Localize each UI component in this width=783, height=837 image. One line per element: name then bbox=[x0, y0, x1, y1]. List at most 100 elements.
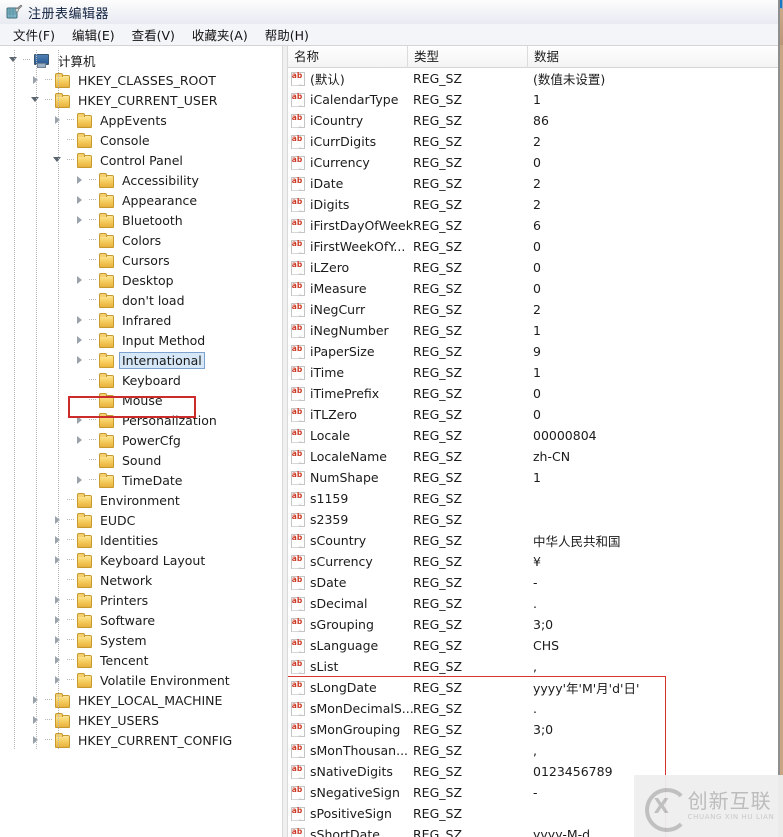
tree-item-control-panel[interactable]: Control Panel bbox=[0, 150, 281, 170]
column-header-data[interactable]: 数据 bbox=[528, 46, 778, 68]
column-header-type[interactable]: 类型 bbox=[408, 46, 528, 68]
registry-values-pane[interactable]: 名称 类型 数据 ab (默认) REG_SZ (数值未设置) ab iCalendarT… bbox=[288, 46, 778, 837]
table-row[interactable]: ab sCountry REG_SZ 中华人民共和国 bbox=[288, 530, 778, 551]
tree-item-powercfg[interactable]: PowerCfg bbox=[0, 430, 281, 450]
tree-item-desktop[interactable]: Desktop bbox=[0, 270, 281, 290]
menu-favorites[interactable]: 收藏夹(A) bbox=[184, 23, 257, 46]
tree-item-hkey-local-machine[interactable]: HKEY_LOCAL_MACHINE bbox=[0, 690, 281, 710]
tree-item-system[interactable]: System bbox=[0, 630, 281, 650]
tree-item-environment[interactable]: Environment bbox=[0, 490, 281, 510]
tree-item-infrared[interactable]: Infrared bbox=[0, 310, 281, 330]
table-row[interactable]: ab iTLZero REG_SZ 0 bbox=[288, 404, 778, 425]
table-row[interactable]: ab sLanguage REG_SZ CHS bbox=[288, 635, 778, 656]
chevron-right-icon[interactable] bbox=[72, 330, 88, 350]
table-row[interactable]: ab iCurrDigits REG_SZ 2 bbox=[288, 131, 778, 152]
tree-item-don-t-load[interactable]: don't load bbox=[0, 290, 281, 310]
table-row[interactable]: ab iFirstDayOfWeek REG_SZ 6 bbox=[288, 215, 778, 236]
table-row[interactable]: ab iMeasure REG_SZ 0 bbox=[288, 278, 778, 299]
table-row[interactable]: ab (默认) REG_SZ (数值未设置) bbox=[288, 68, 778, 89]
chevron-right-icon[interactable] bbox=[72, 310, 88, 330]
table-row[interactable]: ab iCountry REG_SZ 86 bbox=[288, 110, 778, 131]
table-row[interactable]: ab NumShape REG_SZ 1 bbox=[288, 467, 778, 488]
menu-edit[interactable]: 编辑(E) bbox=[64, 23, 124, 46]
chevron-right-icon[interactable] bbox=[72, 410, 88, 430]
tree-item-identities[interactable]: Identities bbox=[0, 530, 281, 550]
table-row[interactable]: ab iNegCurr REG_SZ 2 bbox=[288, 299, 778, 320]
tree-item-sound[interactable]: Sound bbox=[0, 450, 281, 470]
tree-item-printers[interactable]: Printers bbox=[0, 590, 281, 610]
table-row[interactable]: ab iCalendarType REG_SZ 1 bbox=[288, 89, 778, 110]
chevron-right-icon[interactable] bbox=[72, 270, 88, 290]
tree-item-label: HKEY_LOCAL_MACHINE bbox=[78, 692, 223, 708]
registry-tree-pane[interactable]: 计算机 HKEY_CLASSES_ROOT HKEY_CURRENT_USER App… bbox=[0, 46, 282, 837]
table-row[interactable]: ab Locale REG_SZ 00000804 bbox=[288, 425, 778, 446]
chevron-right-icon[interactable] bbox=[72, 430, 88, 450]
tree-item-volatile-environment[interactable]: Volatile Environment bbox=[0, 670, 281, 690]
tree-connector-line bbox=[88, 290, 98, 310]
tree-item-mouse[interactable]: Mouse bbox=[0, 390, 281, 410]
table-row[interactable]: ab iTime REG_SZ 1 bbox=[288, 362, 778, 383]
tree-item-keyboard[interactable]: Keyboard bbox=[0, 370, 281, 390]
tree-item-hkey-current-config[interactable]: HKEY_CURRENT_CONFIG bbox=[0, 730, 281, 750]
table-row[interactable]: ab iDigits REG_SZ 2 bbox=[288, 194, 778, 215]
tree-item-accessibility[interactable]: Accessibility bbox=[0, 170, 281, 190]
table-row[interactable]: ab s2359 REG_SZ bbox=[288, 509, 778, 530]
tree-item-software[interactable]: Software bbox=[0, 610, 281, 630]
tree-item-input-method[interactable]: Input Method bbox=[0, 330, 281, 350]
tree-item-hkey-classes-root[interactable]: HKEY_CLASSES_ROOT bbox=[0, 70, 281, 90]
table-row[interactable]: ab iNegNumber REG_SZ 1 bbox=[288, 320, 778, 341]
tree-item-hkey-current-user[interactable]: HKEY_CURRENT_USER bbox=[0, 90, 281, 110]
tree-item-tencent[interactable]: Tencent bbox=[0, 650, 281, 670]
tree-item-international[interactable]: International bbox=[0, 350, 281, 370]
table-row[interactable]: ab iDate REG_SZ 2 bbox=[288, 173, 778, 194]
table-row[interactable]: ab sMonThousan... REG_SZ, bbox=[288, 740, 778, 761]
tree-item-appearance[interactable]: Appearance bbox=[0, 190, 281, 210]
table-row[interactable]: ab sCurrency REG_SZ ¥ bbox=[288, 551, 778, 572]
table-row[interactable]: ab sPositiveSign REG_SZ bbox=[288, 803, 778, 824]
table-row[interactable]: ab s1159 REG_SZ bbox=[288, 488, 778, 509]
table-row[interactable]: ab LocaleName REG_SZ zh-CN bbox=[288, 446, 778, 467]
tree-item-timedate[interactable]: TimeDate bbox=[0, 470, 281, 490]
folder-icon bbox=[98, 193, 114, 208]
values-list[interactable]: ab (默认) REG_SZ (数值未设置) ab iCalendarType REG_SZ… bbox=[288, 68, 778, 837]
menu-help[interactable]: 帮助(H) bbox=[257, 23, 318, 46]
chevron-right-icon[interactable] bbox=[72, 350, 88, 370]
tree-item-cursors[interactable]: Cursors bbox=[0, 250, 281, 270]
table-row[interactable]: ab sGrouping REG_SZ 3;0 bbox=[288, 614, 778, 635]
table-row[interactable]: ab sMonGrouping REG_SZ 3;0 bbox=[288, 719, 778, 740]
chevron-right-icon[interactable] bbox=[72, 210, 88, 230]
tree-item-eudc[interactable]: EUDC bbox=[0, 510, 281, 530]
registry-tree[interactable]: 计算机 HKEY_CLASSES_ROOT HKEY_CURRENT_USER App… bbox=[0, 46, 281, 750]
tree-item-personalization[interactable]: Personalization bbox=[0, 410, 281, 430]
table-row[interactable]: ab iFirstWeekOfY... REG_SZ 0 bbox=[288, 236, 778, 257]
table-row[interactable]: ab sNativeDigits REG_SZ 0123456789 bbox=[288, 761, 778, 782]
menu-bar[interactable]: 文件(F) 编辑(E) 查看(V) 收藏夹(A) 帮助(H) bbox=[0, 24, 778, 46]
tree-item-hkey-users[interactable]: HKEY_USERS bbox=[0, 710, 281, 730]
tree-item-appevents[interactable]: AppEvents bbox=[0, 110, 281, 130]
table-row[interactable]: ab sNegativeSign REG_SZ - bbox=[288, 782, 778, 803]
tree-item-console[interactable]: Console bbox=[0, 130, 281, 150]
tree-item-[interactable]: 计算机 bbox=[0, 50, 281, 70]
table-row[interactable]: ab iCurrency REG_SZ 0 bbox=[288, 152, 778, 173]
table-row[interactable]: ab sDecimal REG_SZ. bbox=[288, 593, 778, 614]
table-row[interactable]: ab iPaperSize REG_SZ 9 bbox=[288, 341, 778, 362]
chevron-right-icon[interactable] bbox=[72, 190, 88, 210]
table-row[interactable]: ab iTimePrefix REG_SZ 0 bbox=[288, 383, 778, 404]
tree-item-keyboard-layout[interactable]: Keyboard Layout bbox=[0, 550, 281, 570]
column-header-name[interactable]: 名称 bbox=[288, 46, 408, 68]
chevron-right-icon[interactable] bbox=[72, 170, 88, 190]
string-value-icon-label: ab bbox=[291, 764, 303, 773]
tree-item-bluetooth[interactable]: Bluetooth bbox=[0, 210, 281, 230]
chevron-right-icon[interactable] bbox=[72, 470, 88, 490]
tree-item-colors[interactable]: Colors bbox=[0, 230, 281, 250]
table-row[interactable]: ab iLZero REG_SZ 0 bbox=[288, 257, 778, 278]
table-row[interactable]: ab sShortDate REG_SZ yyyy-M-d bbox=[288, 824, 778, 837]
menu-view[interactable]: 查看(V) bbox=[124, 23, 184, 46]
tree-item-label: 计算机 bbox=[58, 53, 96, 69]
table-row[interactable]: ab sLongDate REG_SZ yyyy'年'M'月'd'日' bbox=[288, 677, 778, 698]
table-row[interactable]: ab sMonDecimalS... REG_SZ. bbox=[288, 698, 778, 719]
table-row[interactable]: ab sList REG_SZ, bbox=[288, 656, 778, 677]
table-row[interactable]: ab sDate REG_SZ - bbox=[288, 572, 778, 593]
menu-file[interactable]: 文件(F) bbox=[5, 23, 64, 46]
tree-item-network[interactable]: Network bbox=[0, 570, 281, 590]
